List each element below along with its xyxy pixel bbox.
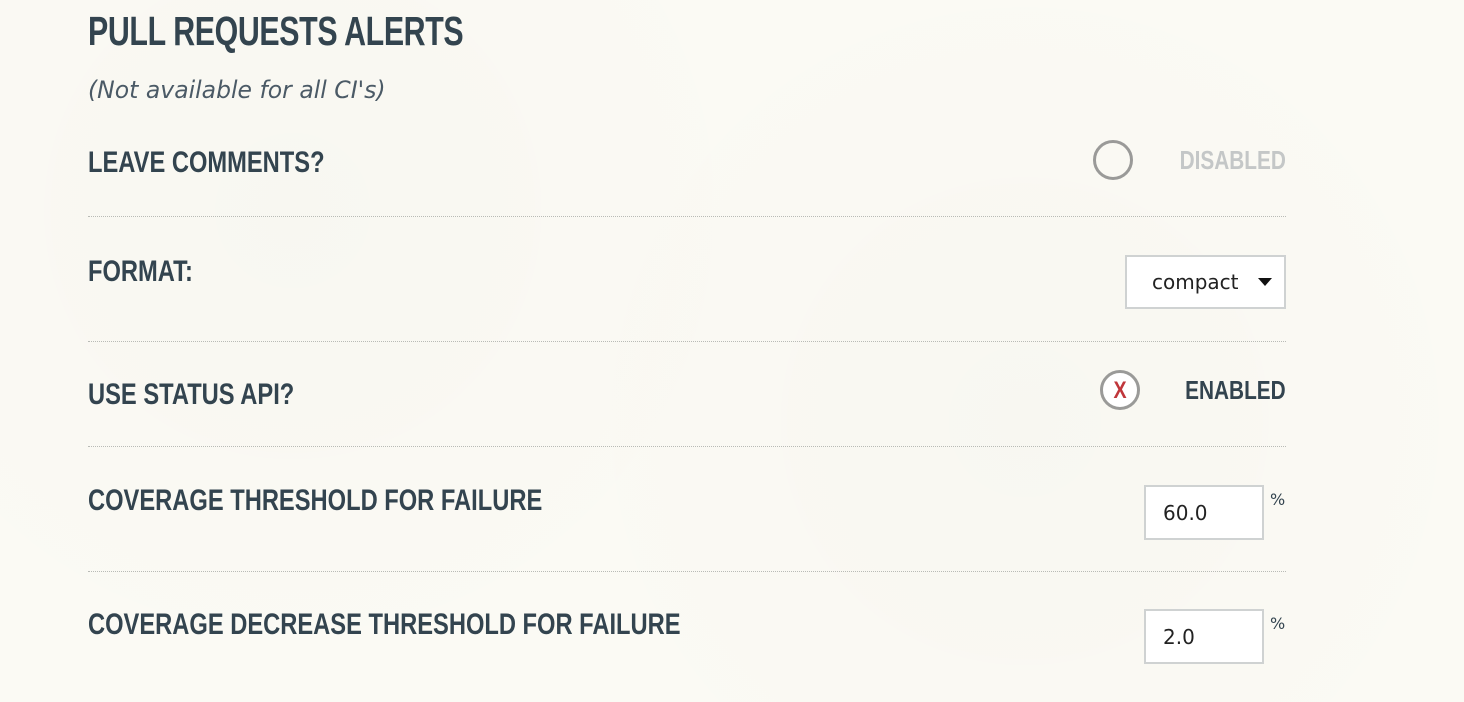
divider <box>88 446 1286 447</box>
coverage-threshold-unit: % <box>1270 490 1286 509</box>
coverage-decrease-threshold-input[interactable] <box>1144 609 1264 664</box>
format-label: FORMAT: <box>88 255 193 288</box>
leave-comments-row: LEAVE COMMENTS? DISABLED <box>88 140 1286 200</box>
coverage-threshold-label: COVERAGE THRESHOLD FOR FAILURE <box>88 484 543 517</box>
coverage-decrease-threshold-unit: % <box>1270 614 1286 633</box>
x-mark-icon: X <box>1100 370 1141 410</box>
use-status-api-state: ENABLED <box>1185 374 1286 405</box>
use-status-api-toggle[interactable]: X ENABLED <box>1100 370 1286 410</box>
leave-comments-label: LEAVE COMMENTS? <box>88 146 325 179</box>
page-title: PULL REQUESTS ALERTS <box>88 8 464 54</box>
divider <box>88 571 1286 572</box>
format-select[interactable]: compact <box>1125 255 1286 309</box>
use-status-api-label: USE STATUS API? <box>88 378 295 411</box>
toggle-mark: X <box>1113 376 1127 404</box>
coverage-decrease-threshold-label: COVERAGE DECREASE THRESHOLD FOR FAILURE <box>88 608 681 641</box>
leave-comments-state: DISABLED <box>1179 144 1286 175</box>
coverage-threshold-input[interactable] <box>1144 485 1264 540</box>
divider <box>88 341 1286 342</box>
leave-comments-toggle[interactable]: DISABLED <box>1093 140 1286 180</box>
format-select-value: compact <box>1152 270 1239 294</box>
use-status-api-row: USE STATUS API? X ENABLED <box>88 370 1286 430</box>
coverage-decrease-threshold-row: COVERAGE DECREASE THRESHOLD FOR FAILURE … <box>88 608 1286 664</box>
page-subtitle: (Not available for all CI's) <box>88 76 386 104</box>
empty-circle-icon <box>1093 140 1134 180</box>
format-row: FORMAT: compact <box>88 255 1286 311</box>
divider <box>88 216 1286 217</box>
caret-down-icon <box>1258 278 1272 286</box>
coverage-threshold-row: COVERAGE THRESHOLD FOR FAILURE % <box>88 484 1286 540</box>
